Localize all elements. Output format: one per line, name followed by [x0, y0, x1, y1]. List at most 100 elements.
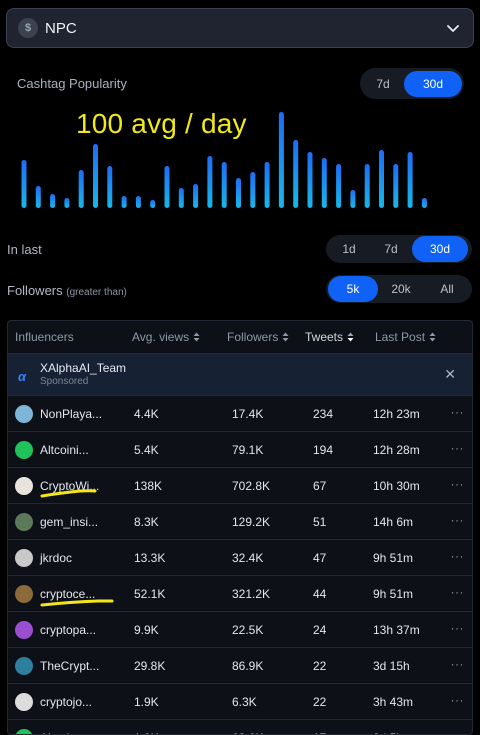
header-tweets[interactable]: Tweets: [305, 330, 354, 344]
popularity-range-toggle: 7d 30d: [360, 68, 464, 99]
more-options-icon[interactable]: ···: [451, 585, 465, 599]
followers-option-20k[interactable]: 20k: [378, 276, 424, 302]
last-post-cell: 13h 37m: [373, 623, 420, 637]
table-row[interactable]: cryptopa... 9.9K 22.5K 24 13h 37m ···: [8, 612, 472, 648]
last-post-cell: 14h 6m: [373, 515, 414, 529]
followers-cell: 321.2K: [232, 587, 271, 601]
followers-option-all[interactable]: All: [424, 276, 470, 302]
header-last-post[interactable]: Last Post: [375, 330, 436, 344]
table-row[interactable]: gem_insi... 8.3K 129.2K 51 14h 6m ···: [8, 504, 472, 540]
followers-cell: 63.6K: [232, 731, 263, 734]
influencer-name[interactable]: cryptojo...: [40, 695, 92, 709]
followers-cell: 129.2K: [232, 515, 271, 529]
popularity-bar: [336, 164, 342, 208]
header-followers[interactable]: Followers: [227, 330, 289, 344]
more-options-icon[interactable]: ···: [451, 621, 465, 635]
popularity-bar: [207, 156, 213, 208]
followers-label: Followers: [7, 283, 63, 298]
influencer-name[interactable]: NonPlaya...: [40, 407, 102, 421]
followers-sub-label: (greater than): [66, 287, 127, 298]
popularity-bar: [278, 112, 284, 208]
popularity-bar: [321, 158, 327, 208]
influencer-name[interactable]: jkrdoc: [40, 551, 72, 565]
sort-icon: [282, 332, 289, 342]
tweets-cell: 234: [313, 407, 334, 421]
sort-icon: [347, 332, 354, 342]
followers-option-5k[interactable]: 5k: [328, 276, 378, 302]
last-post-cell: 9h 51m: [373, 551, 414, 565]
influencers-table: Influencers Avg. views Followers Tweets …: [7, 320, 473, 735]
popularity-bar: [121, 196, 127, 208]
more-options-icon[interactable]: ···: [451, 693, 465, 707]
table-row[interactable]: TheCrypt... 29.8K 86.9K 22 3d 15h ···: [8, 648, 472, 684]
in-last-option-7d[interactable]: 7d: [370, 236, 412, 262]
tweets-cell: 47: [313, 551, 327, 565]
last-post-cell: 10h 30m: [373, 479, 420, 493]
more-options-icon[interactable]: ···: [451, 729, 465, 734]
in-last-label: In last: [7, 242, 42, 257]
more-options-icon[interactable]: ···: [451, 549, 465, 563]
influencer-name[interactable]: gem_insi...: [40, 515, 98, 529]
tweets-cell: 24: [313, 623, 327, 637]
avatar: [15, 621, 33, 639]
followers-cell: 6.3K: [232, 695, 257, 709]
avatar: [15, 657, 33, 675]
more-options-icon[interactable]: ···: [451, 441, 465, 455]
popularity-bar: [135, 196, 141, 208]
avatar: [15, 441, 33, 459]
avg-views-cell: 29.8K: [134, 659, 166, 673]
token-name: NPC: [45, 19, 77, 37]
dollar-icon: $: [18, 18, 38, 38]
last-post-cell: 12h 23m: [373, 407, 420, 421]
table-row[interactable]: Altcoini... 5.4K 79.1K 194 12h 28m ···: [8, 432, 472, 468]
popularity-bar: [379, 150, 384, 208]
popularity-option-7d[interactable]: 7d: [362, 71, 404, 97]
last-post-cell: 12h 28m: [373, 443, 420, 457]
tweets-cell: 17: [313, 731, 326, 734]
token-select[interactable]: $ NPC: [6, 8, 474, 48]
in-last-option-1d[interactable]: 1d: [328, 236, 370, 262]
influencer-name[interactable]: TheCrypt...: [40, 659, 99, 673]
more-options-icon[interactable]: ···: [451, 657, 465, 671]
popularity-bar: [393, 164, 399, 208]
influencer-name[interactable]: Altcoini...: [40, 443, 89, 457]
avatar: [15, 549, 33, 567]
popularity-bar: [364, 164, 370, 208]
popularity-bar: [93, 144, 98, 208]
popularity-bar: [178, 188, 184, 208]
header-influencers[interactable]: Influencers: [15, 330, 74, 344]
sponsored-row[interactable]: α XAlphaAI_Team Sponsored ✕: [8, 354, 472, 396]
more-options-icon[interactable]: ···: [451, 477, 465, 491]
xalpha-logo-icon: α: [18, 369, 27, 384]
popularity-bar: [407, 152, 413, 208]
avatar: [15, 693, 33, 711]
avg-views-cell: 8.3K: [134, 515, 159, 529]
more-options-icon[interactable]: ···: [451, 513, 465, 527]
in-last-toggle: 1d 7d 30d: [326, 235, 472, 263]
table-row[interactable]: NonPlaya... 4.4K 17.4K 234 12h 23m ···: [8, 396, 472, 432]
followers-cell: 79.1K: [232, 443, 264, 457]
influencer-name[interactable]: Altcoi...: [40, 731, 79, 734]
avatar: [15, 729, 33, 734]
followers-cell: 702.8K: [232, 479, 271, 493]
avg-views-cell: 4.4K: [134, 407, 159, 421]
avatar: [15, 513, 33, 531]
header-avg-views[interactable]: Avg. views: [132, 330, 200, 344]
popularity-option-30d[interactable]: 30d: [404, 70, 462, 97]
in-last-option-30d[interactable]: 30d: [412, 236, 468, 262]
followers-filter-label: Followers (greater than): [7, 283, 127, 298]
followers-cell: 86.9K: [232, 659, 264, 673]
table-row[interactable]: jkrdoc 13.3K 32.4K 47 9h 51m ···: [8, 540, 472, 576]
popularity-bar: [35, 186, 41, 208]
annotation-underline: [40, 489, 97, 498]
influencer-name[interactable]: cryptopa...: [40, 623, 96, 637]
sponsored-tag: Sponsored: [40, 376, 89, 387]
popularity-bar: [236, 178, 241, 208]
tweets-cell: 51: [313, 515, 327, 529]
table-row[interactable]: cryptojo... 1.9K 6.3K 22 3h 43m ···: [8, 684, 472, 720]
close-icon[interactable]: ✕: [444, 366, 456, 383]
popularity-bar: [421, 198, 427, 208]
more-options-icon[interactable]: ···: [451, 405, 465, 419]
last-post-cell: 3h 43m: [373, 695, 414, 709]
table-row[interactable]: Altcoi... 1.9K 63.6K 17 2d 5h ···: [8, 720, 472, 734]
